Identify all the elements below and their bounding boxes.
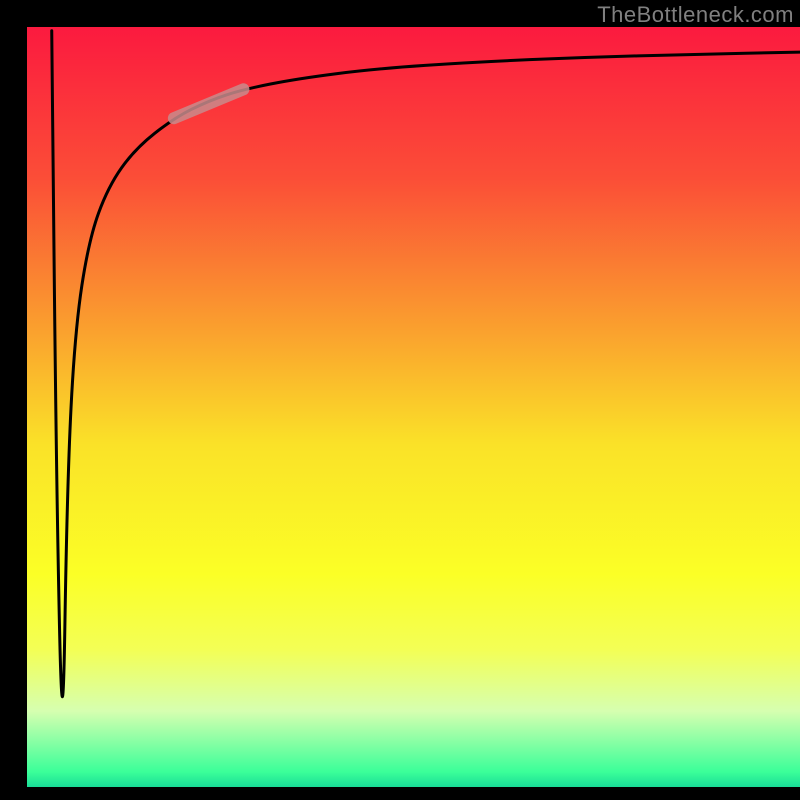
plot-area xyxy=(27,27,800,787)
watermark-text: TheBottleneck.com xyxy=(597,2,794,28)
chart-frame: TheBottleneck.com xyxy=(0,0,800,800)
chart-svg xyxy=(0,0,800,800)
